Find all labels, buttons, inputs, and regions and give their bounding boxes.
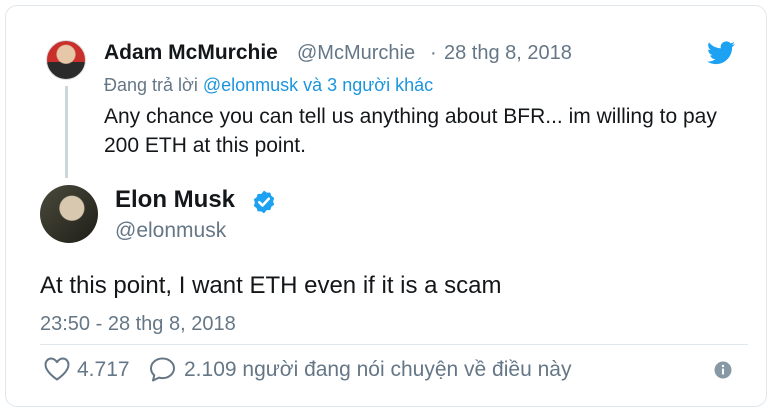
main-author-name[interactable]: Elon Musk bbox=[115, 186, 235, 214]
replying-to-line: Đang trả lời @elonmusk và 3 người khác bbox=[104, 75, 433, 96]
reply-author-avatar[interactable] bbox=[46, 40, 86, 80]
speech-bubble-icon[interactable] bbox=[149, 357, 176, 382]
info-icon[interactable] bbox=[714, 361, 732, 379]
reply-tweet-text: Any chance you can tell us anything abou… bbox=[104, 105, 717, 157]
replying-to-users-link[interactable]: @elonmusk và 3 người khác bbox=[203, 75, 433, 95]
verified-badge-icon bbox=[253, 190, 275, 214]
main-author-handle[interactable]: @elonmusk bbox=[115, 219, 226, 243]
reply-author-handle[interactable]: @McMurchie bbox=[297, 42, 415, 65]
actions-divider bbox=[40, 344, 748, 345]
like-count[interactable]: 4.717 bbox=[77, 358, 130, 382]
heart-icon[interactable] bbox=[44, 357, 70, 381]
tweet-timestamp-link[interactable]: 23:50 - 28 thg 8, 2018 bbox=[40, 313, 236, 336]
main-tweet-text: At this point, I want ETH even if it is … bbox=[40, 272, 502, 299]
reply-meta-separator: · bbox=[430, 42, 437, 64]
reply-date-link[interactable]: 28 thg 8, 2018 bbox=[444, 42, 572, 65]
twitter-bird-icon[interactable] bbox=[707, 41, 735, 65]
people-talking-link[interactable]: 2.109 người đang nói chuyện về điều này bbox=[184, 358, 571, 382]
thread-connector-line bbox=[65, 86, 68, 178]
replying-to-prefix: Đang trả lời bbox=[104, 75, 198, 95]
main-author-avatar[interactable] bbox=[40, 185, 98, 243]
reply-author-name[interactable]: Adam McMurchie bbox=[104, 41, 278, 65]
